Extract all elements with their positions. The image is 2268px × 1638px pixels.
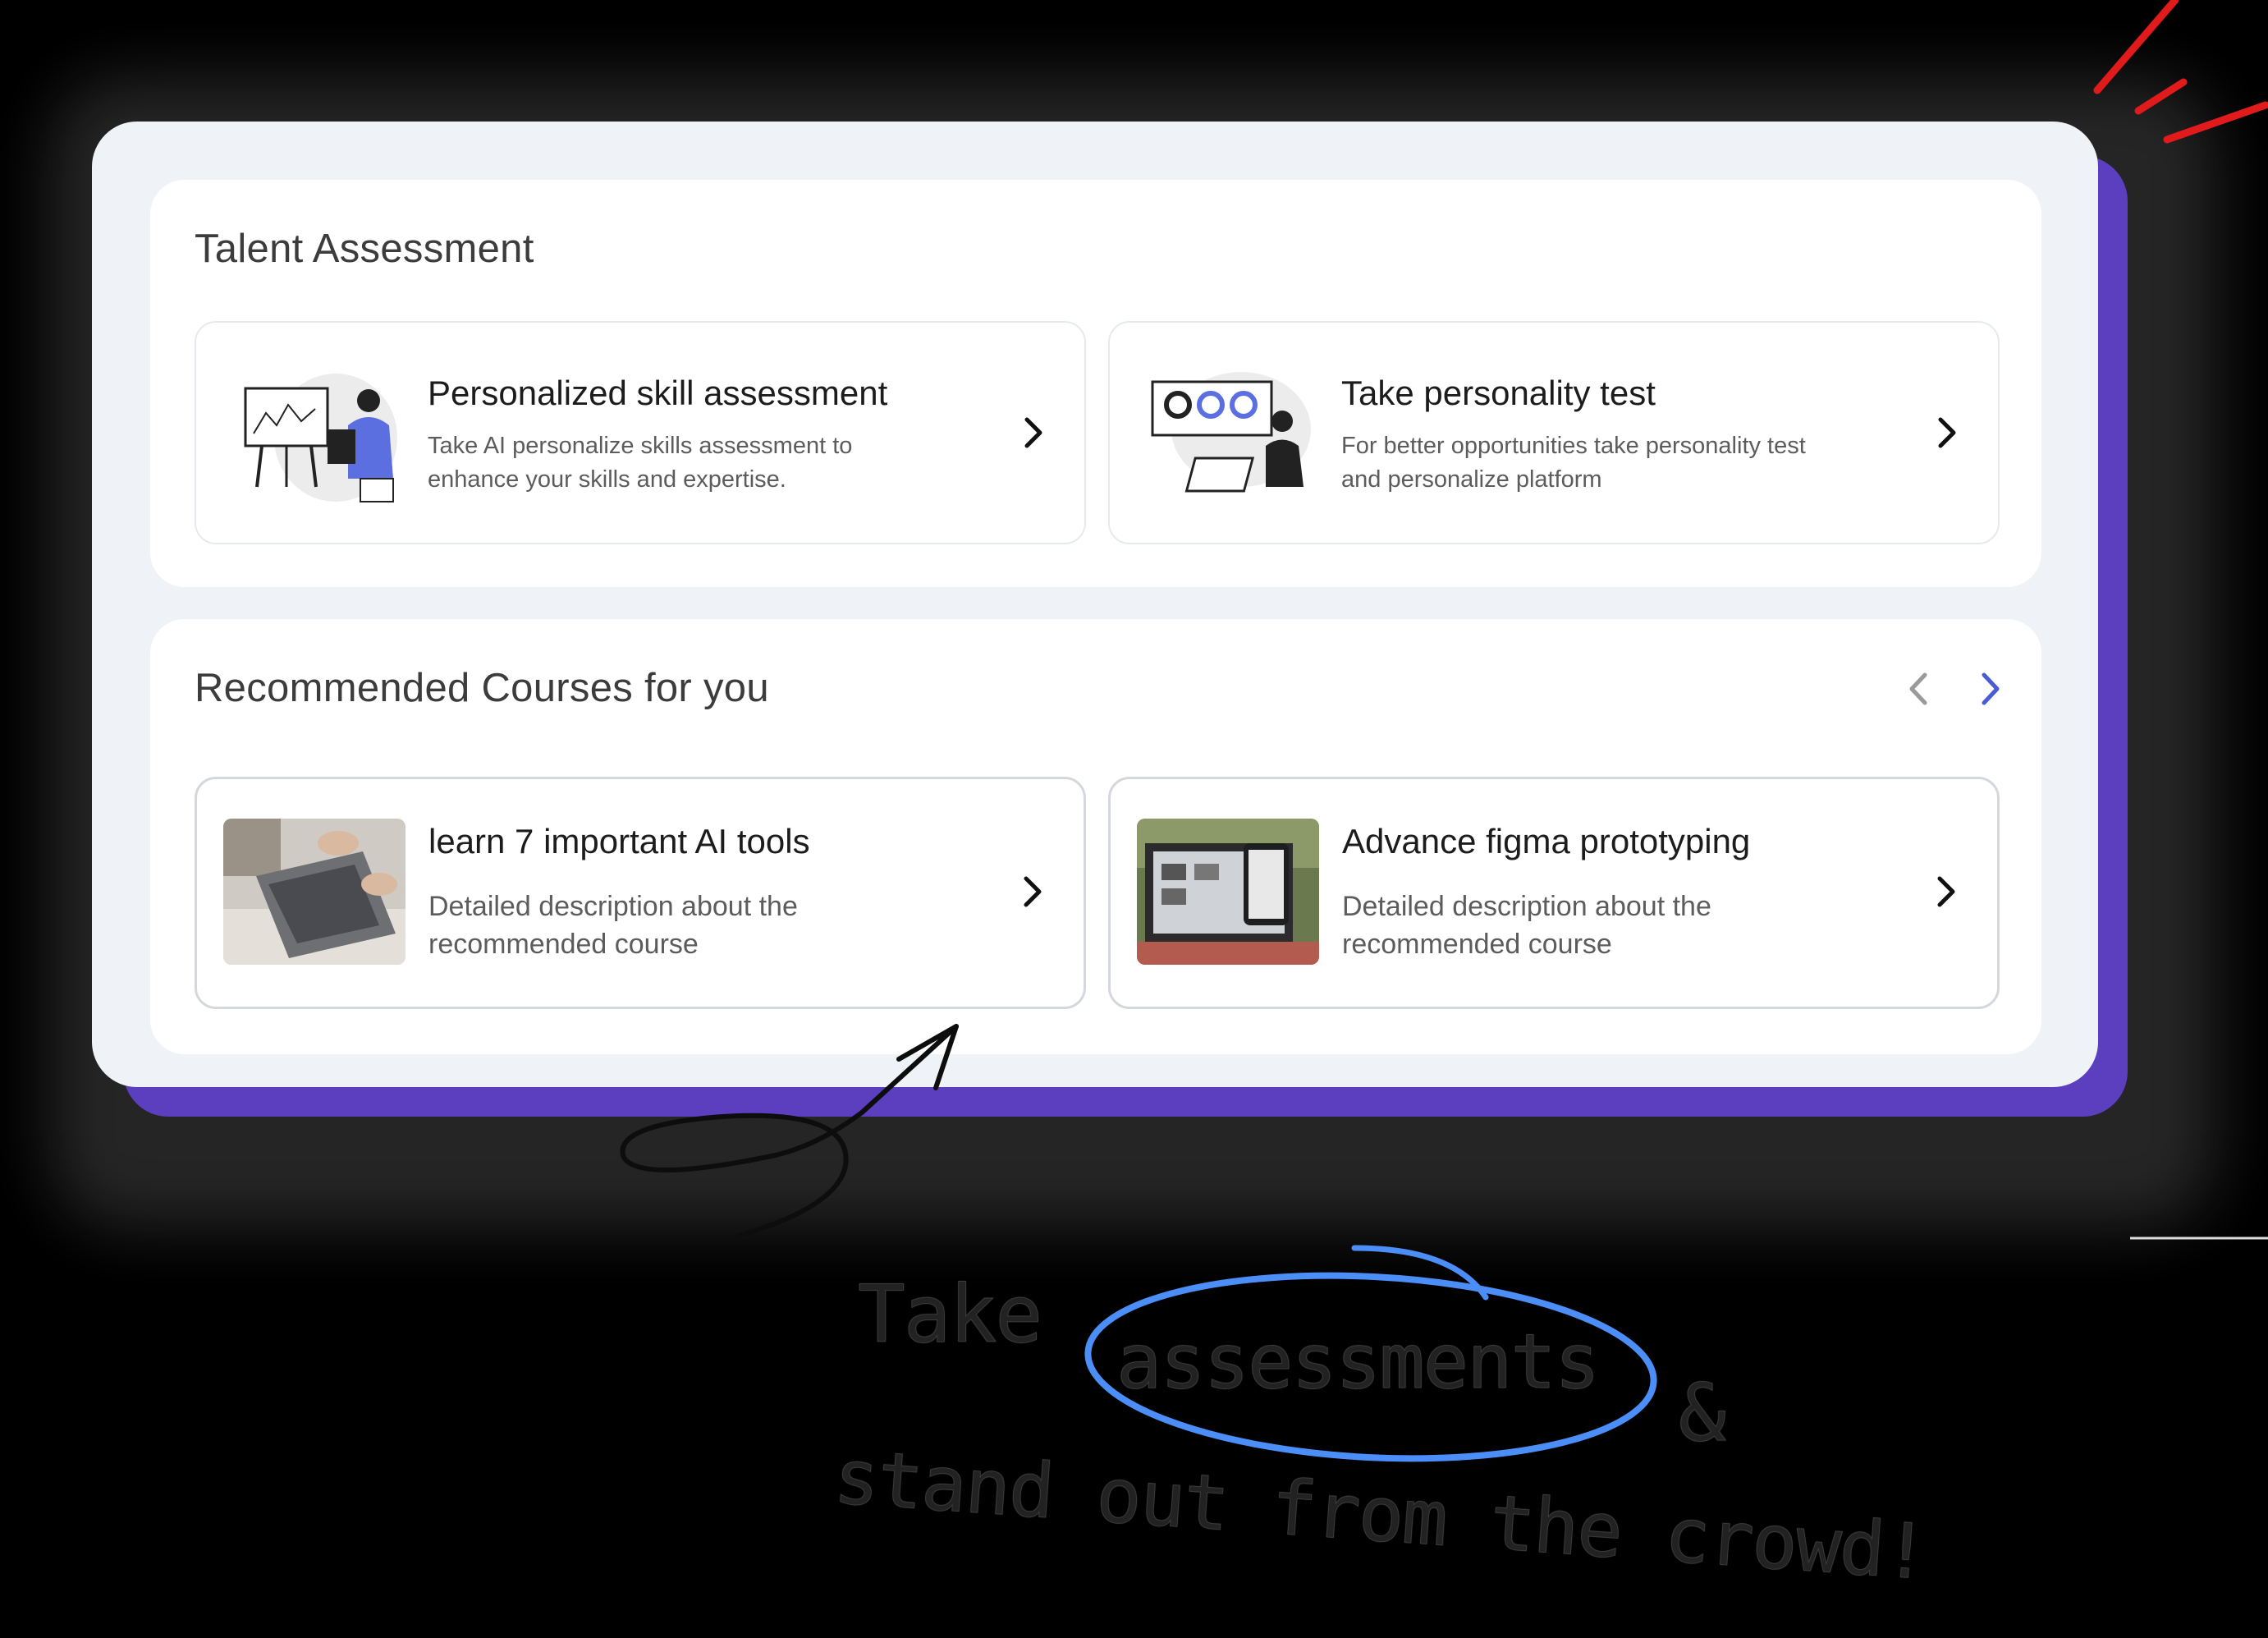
annotation-take: Take: [857, 1269, 1042, 1361]
annotation-circled-word: assessments: [1116, 1318, 1600, 1406]
annotation-ampersand: &: [1679, 1367, 1727, 1460]
